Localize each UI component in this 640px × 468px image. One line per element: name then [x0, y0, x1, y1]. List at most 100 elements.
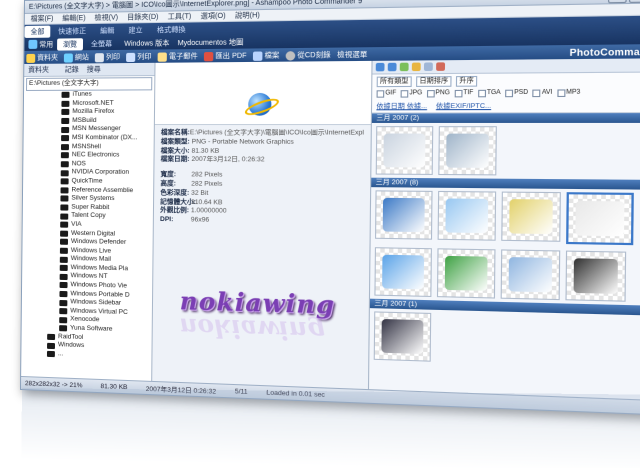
ribbon-tab-quickfix[interactable]: 快速修正	[52, 24, 92, 37]
group-label: 三月 2007 (2)	[376, 114, 420, 122]
ribbon-tab-convert[interactable]: 格式轉換	[151, 23, 192, 36]
folder-icon	[59, 299, 68, 306]
menu-folder[interactable]: 目錄夾(D)	[127, 12, 158, 23]
toolbar-file-button[interactable]: 檔案	[252, 50, 279, 61]
info-panel: 檔案名稱: E:\Pictures (全文字大字)\電腦圖\ICO\Ico圖示\I…	[152, 60, 373, 391]
tab-search[interactable]: 搜尋	[83, 64, 105, 74]
toolbar-burn-button[interactable]: 從CD刻錄	[285, 50, 331, 61]
tree-item-label: MSI Kombinator (DX...	[72, 134, 138, 142]
ribbon-tab-edit[interactable]: 編輯	[94, 24, 120, 37]
folder-icon	[59, 290, 68, 298]
info-key: DPI:	[159, 216, 174, 224]
thumbnail[interactable]	[566, 192, 634, 246]
info-value: 2007年3月12日, 0:26:32	[191, 156, 265, 164]
path-combobox[interactable]: E:\Pictures (全文字大字)	[26, 77, 153, 91]
tab-folders[interactable]: 資料夾	[24, 65, 53, 75]
filetype-checkbox[interactable]: TIF	[454, 89, 473, 97]
delete-icon[interactable]	[436, 62, 446, 71]
workspace: 資料夾 記錄 搜尋 E:\Pictures (全文字大字) iTunes Micr…	[21, 58, 640, 402]
toolbar-folders-label: 資料夾	[37, 54, 58, 62]
toolbar-web-label: 網站	[74, 54, 89, 62]
tree-item[interactable]: MSN Messenger	[24, 125, 154, 134]
filter-date-link[interactable]: 依據日期 依據...	[376, 100, 427, 111]
filter-exif-link[interactable]: 依據EXIF/IPTC...	[436, 99, 491, 111]
tree-item[interactable]: Microsoft.NET	[24, 99, 154, 108]
maximize-button[interactable]: □	[628, 0, 640, 3]
thumbnail[interactable]	[375, 190, 433, 240]
thumbnail[interactable]	[438, 126, 497, 176]
menu-file[interactable]: 檔案(F)	[31, 13, 54, 23]
info-value: 32 Bit	[191, 189, 209, 197]
watermark-reflection: nokiawing	[179, 312, 326, 347]
tree-item-label: NOS	[71, 160, 86, 168]
folder-icon	[60, 169, 69, 177]
thumbnail[interactable]	[375, 126, 434, 175]
tree-item-label: NEC Electronics	[71, 151, 120, 159]
minimize-button[interactable]: _	[608, 0, 627, 3]
filetype-checkbox[interactable]: PSD	[505, 89, 528, 97]
folder-icon	[59, 273, 68, 280]
folder-icon	[61, 118, 70, 125]
filetype-checkbox[interactable]: AVI	[533, 89, 553, 97]
brand-logo: PhotoCommander 9	[569, 46, 640, 59]
filetype-checkbox[interactable]: PNG	[427, 89, 450, 97]
ribbon-tab-browse[interactable]: 瀏覽	[57, 37, 84, 51]
order-select[interactable]: 升序	[455, 75, 478, 87]
toolbar-view-button[interactable]: 檢視選單	[337, 49, 367, 60]
thumbnail[interactable]	[501, 191, 561, 242]
toolbar-folders-button[interactable]: 資料夾	[26, 53, 58, 63]
filetype-checkbox[interactable]: JPG	[401, 90, 423, 98]
ribbon-windows-button[interactable]: Windows 版本	[124, 38, 169, 49]
ribbon-map-button[interactable]: Mydocumentos 地圖	[178, 37, 244, 48]
view-mode-icon[interactable]	[423, 62, 433, 72]
thumbnail[interactable]	[437, 190, 497, 241]
toolbar-pdf-button[interactable]: 匯出 PDF	[203, 51, 247, 62]
menu-tools[interactable]: 工具(T)	[168, 11, 192, 22]
tree-item[interactable]: Mozilla Firefox	[24, 108, 154, 117]
thumbnail[interactable]	[565, 250, 627, 302]
email-icon	[157, 51, 167, 62]
info-key: 檔案名稱:	[160, 129, 190, 137]
thumbnail-image	[382, 254, 425, 290]
thumbnail[interactable]	[373, 311, 432, 362]
toolbar-view-label: 檢視選單	[336, 51, 368, 60]
toolbar-print-button[interactable]: 列印	[94, 52, 120, 62]
thumbnail[interactable]	[374, 247, 432, 298]
folder-icon	[47, 342, 56, 349]
folder-icon	[59, 247, 68, 254]
toolbar-email-button[interactable]: 電子郵件	[157, 51, 198, 62]
preview-area	[154, 60, 372, 126]
tab-history[interactable]: 記錄	[61, 64, 83, 74]
thumbnail[interactable]	[500, 249, 561, 301]
ribbon-tab-create[interactable]: 建立	[122, 24, 149, 37]
print-preview-icon	[126, 52, 136, 62]
filetype-checkbox[interactable]: TGA	[478, 89, 501, 97]
ribbon-common-button[interactable]: 常用	[28, 39, 53, 49]
sort-select[interactable]: 日期排序	[416, 76, 452, 87]
menu-options[interactable]: 選項(O)	[200, 11, 225, 22]
back-icon[interactable]	[375, 62, 385, 72]
group-header[interactable]: 三月 2007 (2)▾	[371, 113, 640, 123]
menu-help[interactable]: 說明(H)	[235, 10, 260, 21]
menu-view[interactable]: 檢視(V)	[95, 12, 119, 22]
info-key: 檔案日期:	[160, 156, 190, 164]
folder-icon	[60, 195, 69, 202]
tree-item[interactable]: MSBuild	[24, 117, 154, 126]
thumbnail[interactable]	[436, 248, 496, 299]
tree-item[interactable]: MSI Kombinator (DX...	[24, 134, 154, 143]
forward-icon[interactable]	[387, 62, 397, 72]
folder-up-icon[interactable]	[411, 62, 421, 72]
filetype-checkbox[interactable]: GIF	[377, 90, 397, 97]
filetype-checkbox[interactable]: MP3	[557, 89, 580, 97]
ribbon-tab-fullscreen[interactable]: 全螢幕	[85, 37, 118, 50]
ribbon-tab-all[interactable]: 全部	[24, 25, 51, 38]
folder-icon	[61, 100, 70, 107]
menu-edit[interactable]: 編輯(E)	[62, 13, 85, 23]
info-value: 282 Pixels	[191, 180, 223, 188]
toolbar-print2-button[interactable]: 列印	[126, 52, 152, 62]
toolbar-web-button[interactable]: 網站	[63, 52, 89, 63]
folder-tree: iTunes Microsoft.NET Mozilla Firefox MSBuil…	[21, 90, 154, 382]
app-window: E:\Pictures (全文字大字) > 電腦圖 > ICO\Ico圖示\In…	[19, 0, 640, 417]
refresh-icon[interactable]	[399, 62, 409, 72]
type-select[interactable]: 所有類型	[376, 76, 412, 88]
